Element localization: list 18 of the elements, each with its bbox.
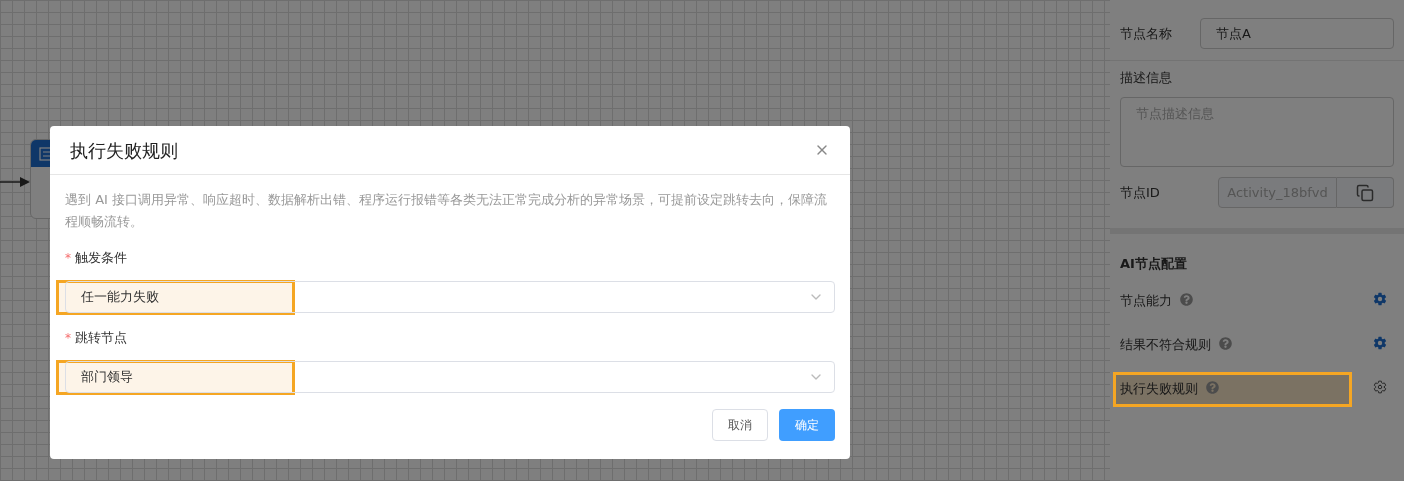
dialog-description: 遇到 AI 接口调用异常、响应超时、数据解析出错、程序运行报错等各类无法正常完成分析的异常场景，可提前设定跳转去向，保障流程顺畅流转。	[65, 191, 828, 231]
field-label: 节点ID	[1120, 183, 1161, 202]
field-label: 描述信息	[1120, 69, 1173, 87]
name-input[interactable]: 节点A	[1200, 18, 1394, 49]
cancel-button[interactable]: 取消	[712, 409, 768, 441]
select-field[interactable]: 部门领导	[65, 361, 835, 393]
field-label: 节点名称	[1120, 24, 1173, 43]
section-title: AI节点配置	[1120, 255, 1188, 273]
select-field[interactable]: 任一能力失败	[65, 281, 835, 313]
row-label: 执行失败规则	[1120, 379, 1198, 398]
required-mark: *	[65, 250, 71, 267]
field-label: 触发条件	[75, 249, 127, 268]
field-label: 跳转节点	[75, 329, 127, 348]
row-label: 结果不符合规则	[1120, 335, 1211, 354]
confirm-button[interactable]: 确定	[779, 409, 835, 441]
dialog-title: 执行失败规则	[70, 138, 178, 163]
row-label: 节点能力	[1120, 291, 1172, 310]
required-mark: *	[65, 330, 71, 347]
